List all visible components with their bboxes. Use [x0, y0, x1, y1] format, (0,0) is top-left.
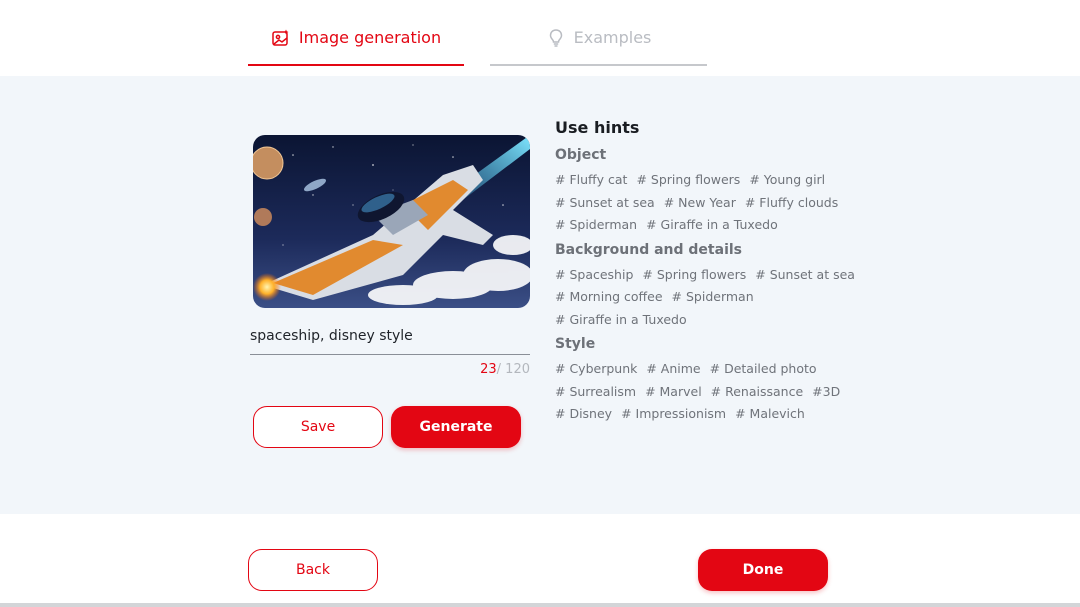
- tag-row: # Spaceship # Spring flowers # Sunset at…: [555, 267, 855, 283]
- hint-tag[interactable]: # Detailed photo: [710, 361, 817, 377]
- footer-bar: Back Done: [0, 514, 1080, 607]
- section-title: Background and details: [555, 241, 742, 258]
- hint-tag[interactable]: # Malevich: [735, 406, 805, 422]
- generation-panel: spaceship, disney style 23/ 120 Save Gen…: [0, 76, 1080, 514]
- hint-tag[interactable]: # Sunset at sea: [555, 195, 655, 211]
- tab-bar: Image generation Examples: [0, 0, 1080, 76]
- prompt-text: spaceship, disney style: [250, 328, 413, 344]
- tag-row: # Giraffe in a Tuxedo: [555, 312, 855, 328]
- tag-row: # Sunset at sea # New Year # Fluffy clou…: [555, 195, 855, 211]
- hint-tag[interactable]: #3D: [812, 384, 840, 400]
- generate-button[interactable]: Generate: [391, 406, 521, 448]
- back-button[interactable]: Back: [248, 549, 378, 591]
- hint-tag[interactable]: # Giraffe in a Tuxedo: [555, 312, 687, 328]
- hint-tag[interactable]: # Spiderman: [672, 289, 754, 305]
- page: Image generation Examples spaceship, dis…: [0, 0, 1080, 607]
- hint-tag[interactable]: # Sunset at sea: [755, 267, 855, 283]
- hint-section-object: Object # Fluffy cat # Spring flowers # Y…: [555, 147, 855, 233]
- save-button[interactable]: Save: [253, 406, 383, 448]
- hint-tag[interactable]: # Spring flowers: [636, 172, 740, 188]
- done-button[interactable]: Done: [698, 549, 828, 591]
- generated-image-preview: [253, 135, 530, 308]
- hint-tag[interactable]: # Renaissance: [711, 384, 804, 400]
- tag-row: # Disney # Impressionism # Malevich: [555, 406, 855, 422]
- hint-tag[interactable]: # Giraffe in a Tuxedo: [646, 217, 778, 233]
- tag-row: # Cyberpunk # Anime # Detailed photo: [555, 361, 855, 377]
- tab-examples[interactable]: Examples: [490, 28, 707, 66]
- char-count: 23: [480, 362, 497, 377]
- hint-tag[interactable]: # Fluffy clouds: [745, 195, 838, 211]
- hint-tag[interactable]: # Cyberpunk: [555, 361, 637, 377]
- hint-tag[interactable]: # New Year: [664, 195, 736, 211]
- hint-section-style: Style # Cyberpunk # Anime # Detailed pho…: [555, 336, 855, 422]
- hint-tag[interactable]: # Young girl: [749, 172, 825, 188]
- hint-tag[interactable]: # Impressionism: [621, 406, 726, 422]
- hint-tag[interactable]: # Disney: [555, 406, 612, 422]
- prompt-input[interactable]: spaceship, disney style: [250, 323, 530, 355]
- lightbulb-icon: [546, 28, 566, 48]
- hint-tag[interactable]: # Marvel: [645, 384, 702, 400]
- tag-row: # Surrealism # Marvel # Renaissance #3D: [555, 384, 855, 400]
- tag-row: # Spiderman # Giraffe in a Tuxedo: [555, 217, 855, 233]
- tab-image-generation[interactable]: Image generation: [248, 28, 464, 66]
- hint-tag[interactable]: # Spaceship: [555, 267, 633, 283]
- hint-section-background: Background and details # Spaceship # Spr…: [555, 242, 855, 328]
- tab-label: Image generation: [298, 28, 442, 47]
- hints-title: Use hints: [555, 118, 640, 137]
- hint-tag[interactable]: # Anime: [646, 361, 700, 377]
- tag-row: # Fluffy cat # Spring flowers # Young gi…: [555, 172, 855, 188]
- tag-row: # Morning coffee # Spiderman: [555, 289, 855, 305]
- char-max: / 120: [496, 362, 530, 377]
- character-counter: 23/ 120: [430, 362, 530, 377]
- image-sparkle-icon: [271, 28, 291, 48]
- hint-tag[interactable]: # Spiderman: [555, 217, 637, 233]
- horizontal-scrollbar[interactable]: [0, 603, 1080, 607]
- hint-tag[interactable]: # Surrealism: [555, 384, 636, 400]
- hint-tag[interactable]: # Morning coffee: [555, 289, 663, 305]
- hint-tag[interactable]: # Spring flowers: [642, 267, 746, 283]
- section-title: Object: [555, 147, 607, 163]
- tab-label: Examples: [573, 28, 652, 47]
- section-title: Style: [555, 336, 596, 352]
- hints-panel: Use hints Object # Fluffy cat # Spring f…: [555, 118, 855, 431]
- hint-tag[interactable]: # Fluffy cat: [555, 172, 627, 188]
